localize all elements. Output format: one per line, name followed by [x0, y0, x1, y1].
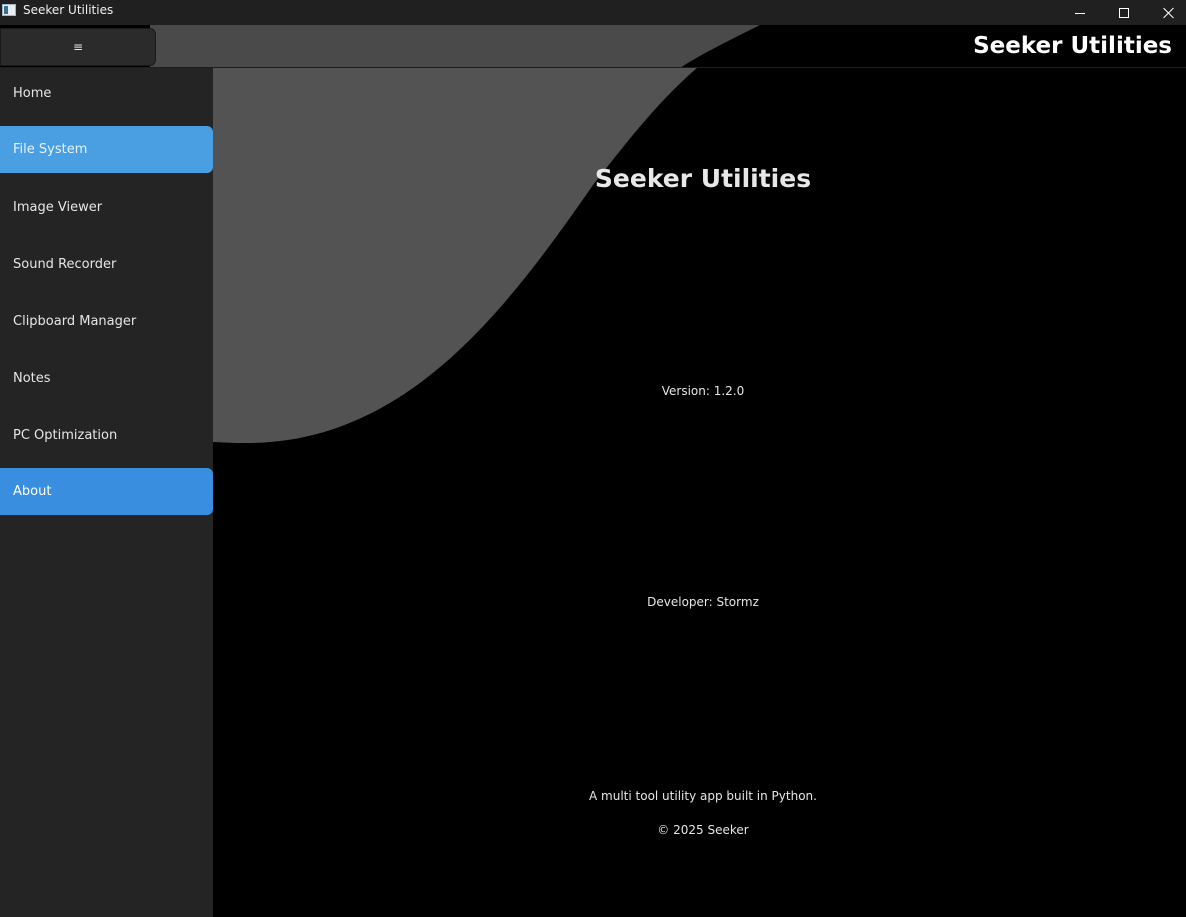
about-page: Seeker Utilities Version: 1.2.0 Develope…: [213, 68, 1186, 917]
sidebar-item-home[interactable]: Home: [0, 70, 213, 117]
minimize-button[interactable]: [1057, 0, 1103, 25]
close-button[interactable]: [1146, 0, 1186, 25]
sidebar-item-about[interactable]: About: [0, 468, 213, 515]
sidebar-item-pc-optimization[interactable]: PC Optimization: [0, 412, 213, 459]
sidebar-item-label: Sound Recorder: [13, 257, 117, 272]
sidebar: Home File System Image Viewer Sound Reco…: [0, 68, 213, 917]
sidebar-item-label: File System: [13, 142, 88, 157]
hamburger-icon: ≡: [72, 40, 84, 54]
sidebar-item-file-system[interactable]: File System: [0, 126, 213, 173]
sidebar-item-label: About: [13, 484, 52, 499]
sidebar-item-label: Image Viewer: [13, 200, 103, 215]
description-text: A multi tool utility app built in Python…: [589, 789, 817, 803]
copyright-text: © 2025 Seeker: [657, 823, 749, 837]
sidebar-item-sound-recorder[interactable]: Sound Recorder: [0, 241, 213, 288]
maximize-icon: [1119, 7, 1129, 18]
minimize-icon: [1075, 13, 1085, 14]
sidebar-item-image-viewer[interactable]: Image Viewer: [0, 184, 213, 231]
version-text: Version: 1.2.0: [661, 384, 745, 398]
window-title: Seeker Utilities: [23, 3, 114, 17]
menu-toggle-button[interactable]: ≡: [0, 28, 156, 66]
header-title: Seeker Utilities: [973, 33, 1172, 59]
background-wave-decoration: [213, 68, 697, 444]
app-icon: [2, 4, 16, 16]
window-titlebar: Seeker Utilities: [0, 0, 1186, 25]
sidebar-item-label: Clipboard Manager: [13, 314, 137, 329]
close-icon: [1163, 7, 1175, 19]
app-header: ≡ Seeker Utilities: [0, 25, 1186, 68]
about-title: Seeker Utilities: [594, 164, 812, 193]
sidebar-item-label: Notes: [13, 371, 51, 386]
maximize-button[interactable]: [1101, 0, 1147, 25]
developer-text: Developer: Stormz: [647, 595, 759, 609]
sidebar-item-clipboard-manager[interactable]: Clipboard Manager: [0, 298, 213, 345]
sidebar-item-label: PC Optimization: [13, 428, 118, 443]
sidebar-item-label: Home: [13, 86, 52, 101]
sidebar-item-notes[interactable]: Notes: [0, 355, 213, 402]
